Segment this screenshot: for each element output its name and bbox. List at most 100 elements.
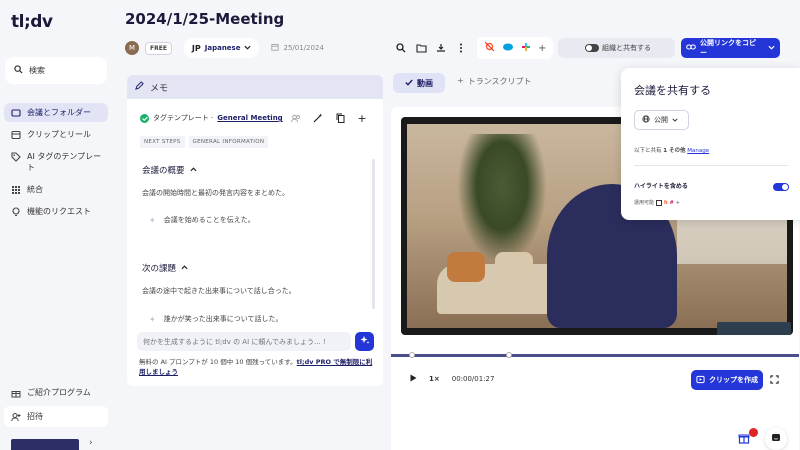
tag-chip[interactable]: NEXT STEPS (140, 136, 185, 148)
slack-icon[interactable] (521, 42, 531, 55)
chat-support-button[interactable] (765, 428, 787, 450)
ai-prompt-input[interactable] (137, 332, 351, 351)
chevron-down-icon (244, 44, 252, 52)
avatar[interactable]: M (125, 41, 139, 55)
sidebar-item-ai-tags[interactable]: AI タグのテンプレート (4, 147, 108, 177)
sparkle-icon: ✦ (149, 215, 156, 225)
notification-dot (749, 428, 758, 437)
section-title-text: 次の課題 (142, 264, 177, 274)
plus-icon[interactable]: + (357, 112, 367, 125)
shared-with-line: 以下と共有 1 その他 Manage (634, 146, 709, 154)
gift-icon[interactable] (738, 432, 750, 447)
plus-icon[interactable]: + (538, 43, 546, 54)
download-icon[interactable] (431, 38, 451, 58)
meeting-toolbar: + 組織と共有する 公開リンクをコピー (391, 36, 799, 60)
upgrade-banner[interactable] (11, 439, 79, 450)
pencil-icon (135, 81, 144, 93)
section-description: 会議の途中で起きた出来事について話し合った。 (142, 287, 296, 295)
gift-icon (10, 387, 21, 398)
page-title: 2024/1/25-Meeting (125, 10, 285, 28)
list-item-text: 誰かが笑った出来事について話した。 (163, 315, 283, 323)
integrations-icon (10, 184, 21, 195)
create-clip-button[interactable]: クリップを作成 (691, 370, 763, 390)
memo-title: メモ (150, 83, 169, 94)
salesforce-icon[interactable] (502, 42, 514, 54)
sidebar-item-feature-request[interactable]: 機能のリクエスト (4, 202, 108, 221)
check-icon (140, 113, 149, 123)
sidebar-item-label: AI タグのテンプレート (27, 152, 102, 172)
hubspot-icon[interactable]: h (664, 200, 668, 206)
app-logo[interactable]: tl;dv (11, 12, 53, 32)
clip-icon (696, 375, 705, 386)
notion-icon[interactable] (656, 199, 663, 206)
player-controls: 1× 00:00/01:27 (410, 374, 494, 384)
ai-prompt-footnote: 無料の AI プロンプトが 10 個中 10 個残っています。tl;dv PRO… (139, 357, 375, 377)
magic-wand-icon[interactable] (313, 113, 323, 123)
tab-transcript[interactable]: + トランスクリプト (457, 76, 532, 87)
picture-in-picture-overlay (717, 322, 791, 335)
plan-badge: FREE (145, 41, 172, 55)
copy-icon[interactable] (335, 113, 345, 123)
link-icon (686, 43, 696, 53)
share-team-label: 組織と共有する (602, 44, 651, 52)
hubspot-icon[interactable] (484, 41, 495, 55)
template-name-link[interactable]: General Meeting (217, 114, 282, 122)
highlight-toggle[interactable] (773, 183, 789, 191)
highlight-label: ハイライトを含める (634, 183, 688, 190)
video-progress-bar[interactable] (391, 354, 799, 357)
section-title[interactable]: 会議の概要 (142, 164, 197, 176)
sidebar-item-meetings[interactable]: 会議とフォルダー (4, 103, 108, 122)
sparkle-icon (360, 335, 370, 348)
list-item: ✦ 誰かが笑った出来事について話した。 (149, 314, 283, 324)
progress-marker[interactable] (409, 352, 415, 358)
tag-list: NEXT STEPS GENERAL INFORMATION (140, 136, 269, 148)
sparkle-icon: ✦ (149, 314, 156, 324)
sidebar-item-integrations[interactable]: 統合 (4, 180, 108, 199)
toggle-switch[interactable] (585, 44, 599, 52)
sidebar-item-referral[interactable]: ご紹介プログラム (4, 382, 108, 403)
integrations-group[interactable]: + (477, 37, 553, 59)
ai-generate-button[interactable] (355, 332, 374, 351)
slack-icon[interactable]: # (670, 200, 674, 206)
chevron-right-icon[interactable]: › (89, 438, 93, 448)
share-with-team-toggle[interactable]: 組織と共有する (558, 38, 675, 58)
users-icon[interactable] (291, 113, 301, 123)
play-icon[interactable] (410, 374, 417, 384)
playback-speed[interactable]: 1× (429, 375, 440, 383)
create-clip-label: クリップを作成 (709, 376, 758, 384)
search-icon[interactable] (391, 38, 411, 58)
sidebar-item-invite[interactable]: 招待 (4, 406, 108, 427)
highlight-sub-label: 運用可能 (634, 200, 655, 206)
calendar-icon (271, 43, 280, 53)
search-button[interactable]: 検索 (5, 57, 107, 84)
sidebar-nav: 会議とフォルダー クリップとリール AI タグのテンプレート 統合 機能のリクエ… (4, 103, 108, 224)
sidebar-item-clips[interactable]: クリップとリール (4, 125, 108, 144)
manage-link[interactable]: Manage (687, 148, 709, 154)
fullscreen-icon[interactable] (770, 375, 779, 387)
tag-chip[interactable]: GENERAL INFORMATION (188, 136, 269, 148)
memo-scrollbar[interactable] (372, 159, 375, 309)
sidebar-item-label: クリップとリール (27, 130, 91, 139)
copy-public-link-button[interactable]: 公開リンクをコピー (681, 38, 780, 58)
tab-label: トランスクリプト (467, 77, 532, 86)
plus-icon[interactable]: + (676, 200, 680, 206)
section-title[interactable]: 次の課題 (142, 262, 188, 274)
sidebar-bottom-nav: ご紹介プログラム 招待 (4, 382, 108, 430)
template-prefix: タグテンプレート · (153, 114, 214, 122)
chevron-up-icon[interactable] (181, 263, 188, 273)
footnote-text: 無料の AI プロンプトが 10 個中 10 個残っています。 (139, 358, 297, 366)
meeting-date: 25/01/2024 (271, 43, 324, 53)
folder-icon[interactable] (411, 38, 431, 58)
tag-icon (10, 151, 21, 162)
shared-count: 1 その他 (663, 148, 686, 154)
tab-video[interactable]: 動画 (393, 73, 445, 93)
visibility-select[interactable]: 公開 (634, 110, 689, 130)
progress-marker[interactable] (506, 352, 512, 358)
more-options-icon[interactable] (451, 38, 471, 58)
divider (634, 165, 788, 166)
chevron-up-icon[interactable] (189, 165, 197, 175)
copy-link-label: 公開リンクをコピー (700, 39, 756, 57)
scene-plant (457, 134, 547, 264)
plus-icon: + (457, 76, 464, 85)
language-select[interactable]: JP Japanese (183, 38, 260, 58)
